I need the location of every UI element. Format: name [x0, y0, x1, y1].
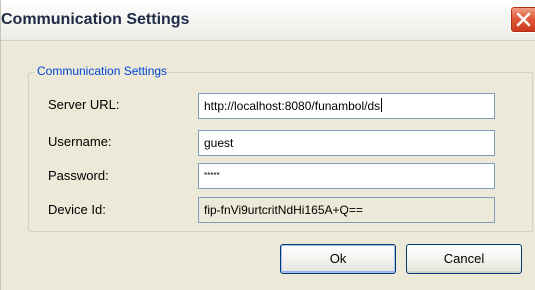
cancel-button[interactable]: Cancel — [406, 244, 522, 274]
communication-settings-dialog: Communication Settings Communication Set… — [0, 0, 535, 290]
window-title: Communication Settings — [1, 11, 190, 28]
title-bar: Communication Settings — [1, 0, 535, 41]
server-url-value: http://localhost:8080/funambol/ds — [204, 99, 381, 113]
username-value: guest — [204, 136, 234, 150]
close-button[interactable] — [510, 6, 535, 33]
group-legend: Communication Settings — [35, 64, 170, 78]
server-url-input[interactable]: http://localhost:8080/funambol/ds — [198, 93, 495, 119]
username-label: Username: — [48, 134, 112, 149]
password-input[interactable]: ***** — [198, 163, 495, 189]
close-x-icon — [516, 12, 531, 27]
device-id-field: fip-fnVi9urtcritNdHi165A+Q== — [198, 197, 495, 223]
password-label: Password: — [48, 168, 109, 183]
device-id-label: Device Id: — [48, 202, 106, 217]
device-id-value: fip-fnVi9urtcritNdHi165A+Q== — [204, 203, 363, 217]
ok-button[interactable]: Ok — [280, 244, 396, 274]
username-input[interactable]: guest — [198, 130, 495, 156]
password-value: ***** — [204, 171, 220, 180]
text-caret — [381, 98, 383, 112]
server-url-label: Server URL: — [48, 97, 120, 112]
